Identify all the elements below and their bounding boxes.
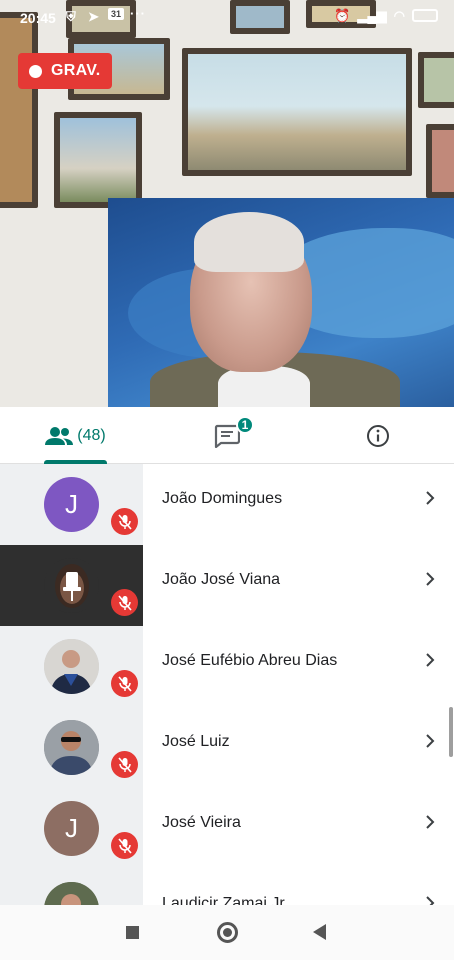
participant-row[interactable]: Laudicir Zamai Jr <box>0 869 454 905</box>
recording-badge: GRAV. <box>18 53 112 89</box>
avatar <box>44 639 99 694</box>
participant-name: José Eufébio Abreu Dias <box>162 652 338 669</box>
panel-tabs: (48) <box>0 407 454 464</box>
pin-icon <box>54 564 89 608</box>
info-icon <box>367 424 389 447</box>
participant-name: João José Viana <box>162 571 281 588</box>
alarm-icon: ⏰ <box>334 8 351 23</box>
participant-row[interactable]: J João Domingues <box>0 464 454 545</box>
painting-frame <box>0 12 38 208</box>
participant-list[interactable]: J João Domingues João José Viana José Eu… <box>0 464 454 905</box>
avatar <box>44 720 99 775</box>
participant-row[interactable]: José Luiz <box>0 707 454 788</box>
avatar: J <box>44 477 99 532</box>
mic-off-icon <box>111 670 138 697</box>
avatar: J <box>44 801 99 856</box>
painting-frame <box>182 48 412 176</box>
chevron-right-icon[interactable] <box>424 490 436 506</box>
profile-photo <box>44 720 99 775</box>
people-count: (48) <box>77 426 106 444</box>
participant-name: João Domingues <box>162 490 283 507</box>
status-bar: 20:45 ⛨ ➤ 31 ··· ⏰ ▂▄▆ ◠ <box>0 0 454 34</box>
battery-icon <box>412 9 438 22</box>
person-hair <box>194 212 304 272</box>
participant-name: José Vieira <box>162 814 241 831</box>
mic-off-icon <box>111 508 138 535</box>
tab-people[interactable]: (48) <box>0 407 151 464</box>
chevron-right-icon[interactable] <box>424 895 436 905</box>
painting-frame <box>54 112 142 208</box>
back-button[interactable] <box>313 924 326 940</box>
system-nav-bar <box>0 905 454 960</box>
mic-off-icon <box>111 589 138 616</box>
tab-chat[interactable] <box>151 407 302 464</box>
people-icon <box>45 426 74 445</box>
avatar <box>44 558 99 613</box>
chevron-right-icon[interactable] <box>424 733 436 749</box>
scrollbar-thumb[interactable] <box>449 707 453 757</box>
recent-apps-button[interactable] <box>126 926 139 939</box>
participant-row[interactable]: J José Vieira <box>0 788 454 869</box>
chevron-right-icon[interactable] <box>424 571 436 587</box>
mic-off-icon <box>111 832 138 859</box>
chat-unread-badge: 1 <box>236 416 254 434</box>
participant-name: Laudicir Zamai Jr <box>162 895 285 905</box>
person-shirt <box>218 366 310 407</box>
telegram-icon: ➤ <box>88 9 99 24</box>
recording-label: GRAV. <box>51 62 101 79</box>
wifi-icon: ◠ <box>393 8 405 23</box>
chevron-right-icon[interactable] <box>424 814 436 830</box>
system-icons: ⏰ ▂▄▆ ◠ <box>334 8 438 24</box>
participant-row[interactable]: João José Viana <box>0 545 454 626</box>
mic-off-icon <box>111 751 138 778</box>
participant-row[interactable]: José Eufébio Abreu Dias <box>0 626 454 707</box>
participant-name: José Luiz <box>162 733 230 750</box>
home-button[interactable] <box>217 922 238 943</box>
chevron-right-icon[interactable] <box>424 652 436 668</box>
signal-icon: ▂▄▆ <box>357 8 387 23</box>
tab-info[interactable] <box>302 407 454 464</box>
profile-photo <box>44 639 99 694</box>
painting-frame <box>426 124 454 198</box>
painting-frame <box>418 52 454 108</box>
calendar-icon: 31 <box>108 8 125 20</box>
more-notifications-icon: ··· <box>130 6 146 21</box>
shield-icon: ⛨ <box>66 9 76 24</box>
status-time: 20:45 <box>20 10 56 26</box>
record-dot-icon <box>29 64 42 78</box>
